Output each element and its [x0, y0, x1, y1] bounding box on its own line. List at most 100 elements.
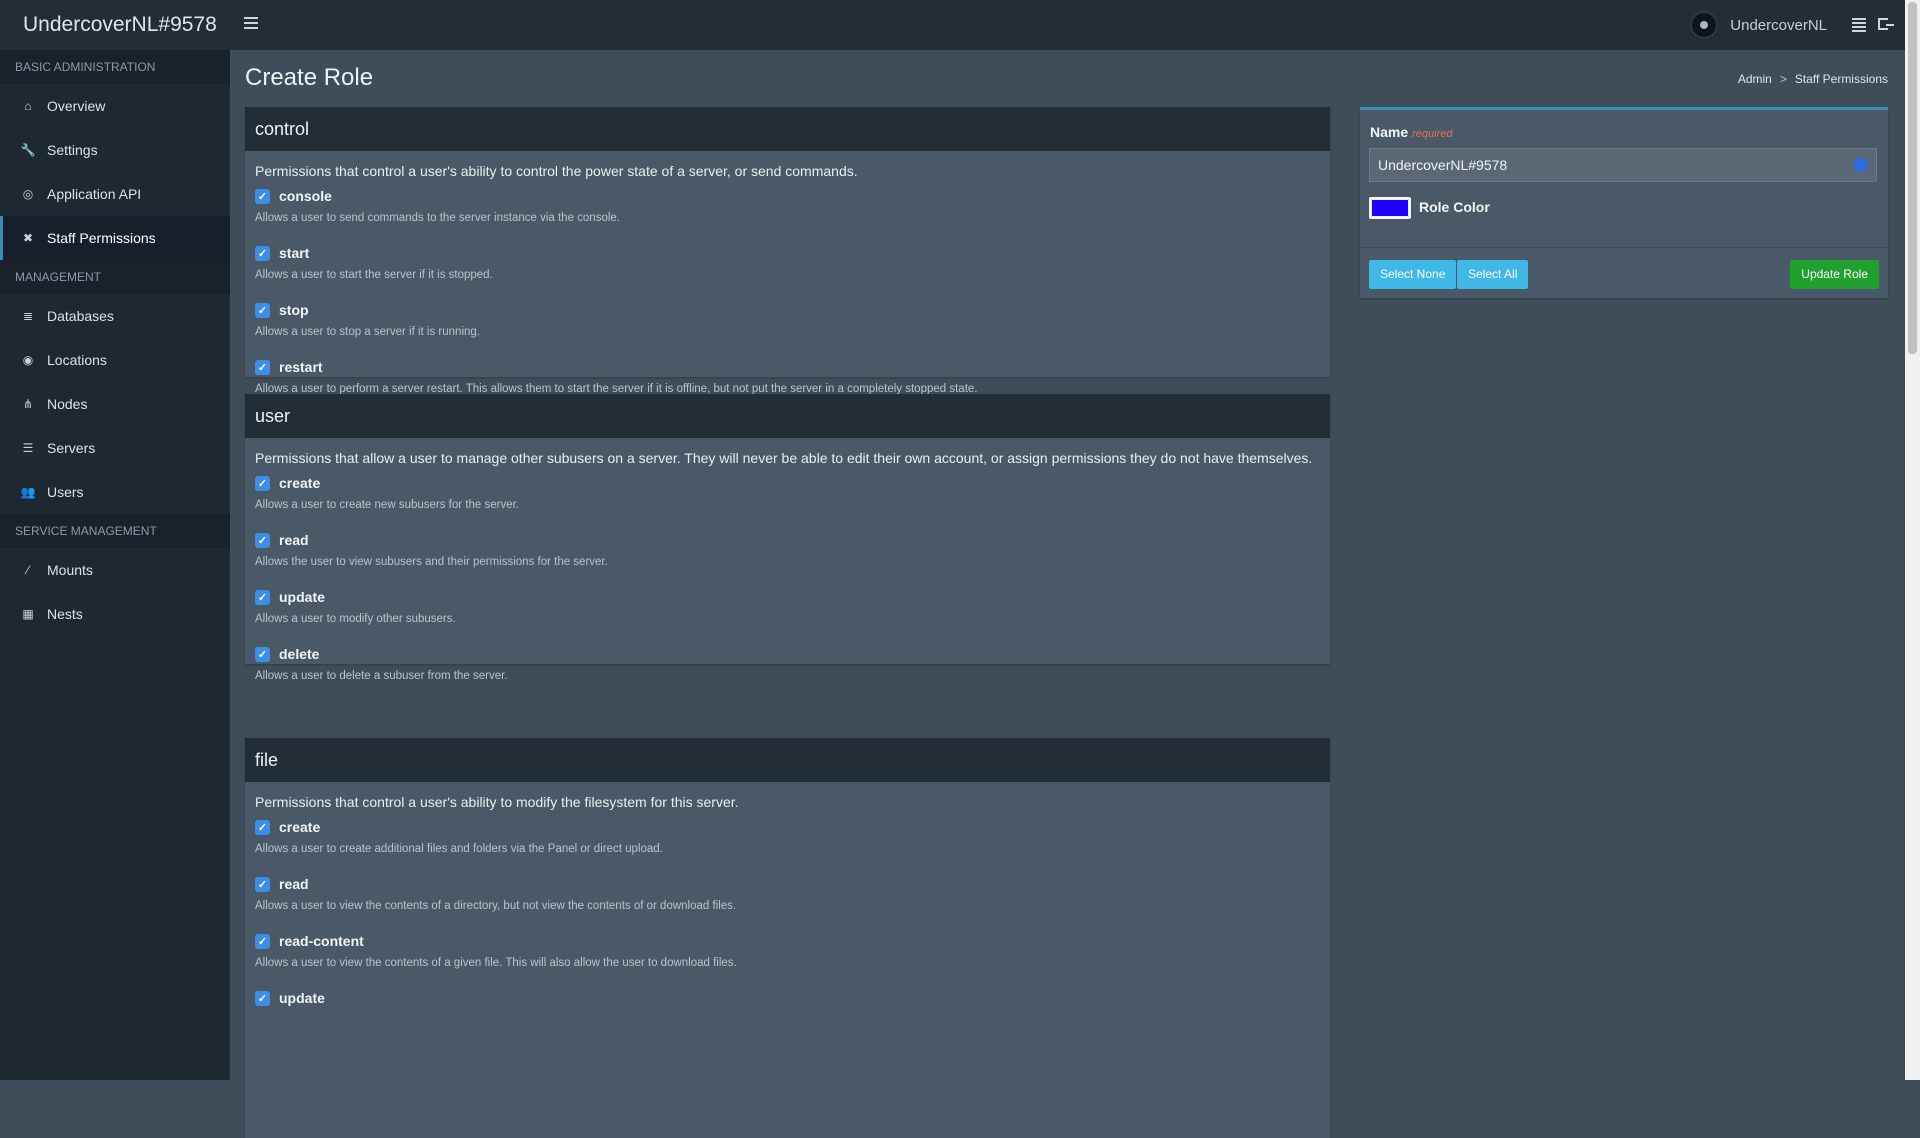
sidebar-item-label: Overview — [47, 98, 106, 114]
server-list-icon[interactable] — [1852, 18, 1866, 32]
permission-checkbox[interactable]: ✓ — [255, 188, 270, 204]
role-form-box: Name required UndercoverNL#9578 Role Colo… — [1360, 107, 1888, 298]
permission-name[interactable]: start — [279, 245, 309, 261]
permission-checkbox[interactable]: ✓ — [255, 302, 270, 318]
select-all-button[interactable]: Select All — [1457, 260, 1529, 289]
sidebar-item-locations[interactable]: ◉ Locations — [0, 338, 230, 382]
permission-checkbox[interactable]: ✓ — [255, 475, 270, 491]
permission-name[interactable]: restart — [279, 359, 323, 375]
breadcrumb-admin-link[interactable]: Admin — [1738, 72, 1772, 86]
sidebar-section-header: MANAGEMENT — [0, 260, 230, 294]
sidebar-item-databases[interactable]: ≣ Databases — [0, 294, 230, 338]
permission-checkbox[interactable]: ✓ — [255, 245, 270, 261]
scrollbar-thumb[interactable] — [1908, 2, 1917, 354]
role-color-picker[interactable] — [1369, 197, 1411, 219]
user-menu[interactable]: UndercoverNL — [1690, 11, 1827, 39]
sidebar-section-header: SERVICE MANAGEMENT — [0, 514, 230, 548]
sidebar-item-settings[interactable]: 🔧 Settings — [0, 128, 230, 172]
permission-help-text: Allows a user to stop a server if it is … — [255, 326, 480, 338]
role-name-value: UndercoverNL#9578 — [1378, 157, 1508, 173]
sidebar-item-servers[interactable]: ☰ Servers — [0, 426, 230, 470]
sidebar-item-label: Application API — [47, 186, 142, 202]
page-title: Create Role — [245, 64, 374, 91]
th-large-icon: ▦ — [22, 607, 34, 621]
permission-checkbox[interactable]: ✓ — [255, 990, 270, 1006]
permission-name[interactable]: stop — [279, 302, 309, 318]
permission-checkbox[interactable]: ✓ — [255, 532, 270, 548]
server-icon: ☰ — [22, 441, 34, 455]
sidebar: BASIC ADMINISTRATION ⌂ Overview 🔧 Settings ◎ A… — [0, 50, 230, 1080]
permission-checkbox[interactable]: ✓ — [255, 646, 270, 662]
sidebar-item-nodes[interactable]: ⋔ Nodes — [0, 382, 230, 426]
role-form-footer: Select None Select All Update Role — [1360, 247, 1888, 299]
sidebar-item-mounts[interactable]: ⁄ Mounts — [0, 548, 230, 592]
update-role-button[interactable]: Update Role — [1790, 260, 1879, 289]
permission-checkbox[interactable]: ✓ — [255, 359, 270, 375]
shield-icon[interactable] — [1854, 158, 1868, 172]
sign-out-icon[interactable] — [1878, 18, 1894, 30]
permission-checkbox[interactable]: ✓ — [255, 589, 270, 605]
brand-logo[interactable]: UndercoverNL#9578 — [23, 13, 217, 37]
permission-name[interactable]: console — [279, 188, 332, 204]
name-label-text: Name — [1370, 124, 1409, 140]
permission-name[interactable]: read — [279, 532, 309, 548]
top-navbar: UndercoverNL#9578 UndercoverNL — [0, 0, 1920, 50]
sidebar-item-staff-permissions[interactable]: ✖ Staff Permissions — [0, 216, 230, 260]
permission-item: ✓ create Allows a user to create new subus… — [245, 472, 1330, 529]
permission-name[interactable]: update — [279, 990, 325, 1006]
permission-name[interactable]: create — [279, 819, 320, 835]
permission-name[interactable]: create — [279, 475, 320, 491]
gamepad-icon: ◎ — [22, 187, 34, 201]
permission-name[interactable]: read-content — [279, 933, 364, 949]
role-name-input[interactable]: UndercoverNL#9578 — [1369, 148, 1877, 182]
permission-item: ✓ delete Allows a user to delete a subuser… — [245, 643, 1330, 700]
users-icon: 👥 — [20, 485, 36, 499]
panel-title: user — [245, 394, 1330, 438]
permission-name[interactable]: read — [279, 876, 309, 892]
permission-checkbox[interactable]: ✓ — [255, 876, 270, 892]
breadcrumb-current: Staff Permissions — [1794, 72, 1888, 86]
breadcrumb-separator: > — [1779, 72, 1787, 86]
main-content: Create Role Admin > Staff Permissions cont… — [245, 50, 1888, 1138]
avatar — [1690, 11, 1719, 39]
user-name: UndercoverNL — [1730, 16, 1827, 34]
permission-panel-file: file Permissions that control a user's ab… — [245, 738, 1330, 1138]
permission-name[interactable]: delete — [279, 646, 319, 662]
permission-name[interactable]: update — [279, 589, 325, 605]
globe-icon: ◉ — [22, 353, 34, 367]
select-none-button[interactable]: Select None — [1369, 260, 1457, 289]
sidebar-item-label: Databases — [47, 308, 114, 324]
sidebar-item-label: Locations — [47, 352, 107, 368]
sidebar-item-application-api[interactable]: ◎ Application API — [0, 172, 230, 216]
permission-panel-user: user Permissions that allow a user to man… — [245, 394, 1330, 682]
panel-description: Permissions that allow a user to manage … — [255, 450, 1313, 466]
wrench-icon: 🔧 — [20, 143, 36, 157]
home-icon: ⌂ — [24, 99, 32, 113]
sidebar-toggle-icon[interactable] — [244, 17, 258, 31]
name-label: Name required — [1370, 124, 1453, 140]
sidebar-section-header: BASIC ADMINISTRATION — [0, 50, 230, 84]
role-color-label: Role Color — [1419, 199, 1490, 215]
sidebar-item-users[interactable]: 👥 Users — [0, 470, 230, 514]
permission-panel-control: control Permissions that control a user's… — [245, 107, 1330, 395]
sidebar-item-nests[interactable]: ▦ Nests — [0, 592, 230, 636]
permission-help-text: Allows a user to create additional files… — [255, 843, 663, 855]
panel-title: file — [245, 738, 1330, 782]
times-icon: ✖ — [22, 231, 34, 245]
permission-help-text: Allows a user to view the contents of a … — [255, 900, 737, 912]
panel-description: Permissions that control a user's abilit… — [255, 163, 858, 179]
permission-item: ✓ update Allows a user to modify other sub… — [245, 586, 1330, 643]
permission-help-text: Allows a user to delete a subuser from t… — [255, 670, 508, 682]
sidebar-item-overview[interactable]: ⌂ Overview — [0, 84, 230, 128]
required-hint: required — [1412, 128, 1453, 140]
page-scrollbar[interactable] — [1905, 0, 1920, 1080]
sitemap-icon: ⋔ — [22, 397, 34, 411]
permission-item: ✓ read Allows a user to view the contents … — [245, 873, 1330, 930]
permission-help-text: Allows a user to create new subusers for… — [255, 499, 519, 511]
magic-icon: ⁄ — [26, 563, 29, 577]
permission-checkbox[interactable]: ✓ — [255, 819, 270, 835]
permission-help-text: Allows a user to send commands to the se… — [255, 212, 620, 224]
database-icon: ≣ — [22, 309, 34, 323]
panel-title: control — [245, 107, 1330, 151]
permission-checkbox[interactable]: ✓ — [255, 933, 270, 949]
